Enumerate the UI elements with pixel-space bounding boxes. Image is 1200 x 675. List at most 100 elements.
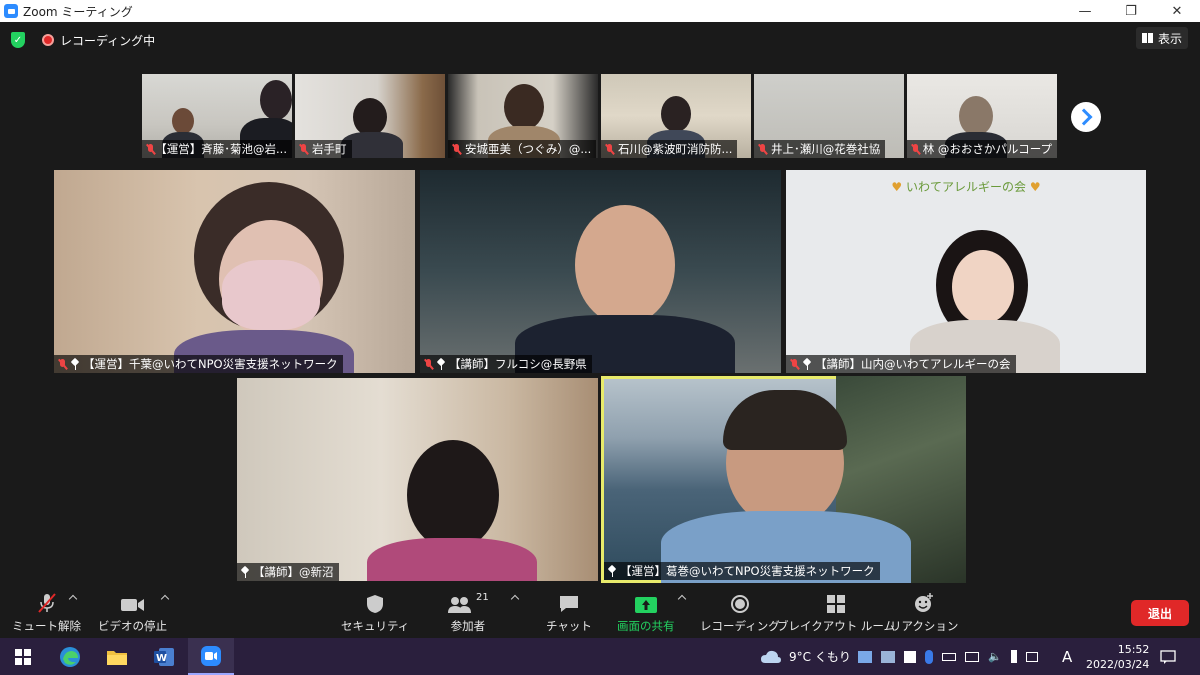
participant-video (353, 98, 387, 136)
onedrive-icon[interactable] (881, 650, 895, 663)
zoom-logo-icon (4, 4, 18, 18)
participant-name: 【講師】@新沼 (253, 565, 334, 579)
participants-options-chevron-icon[interactable] (510, 594, 520, 604)
clock[interactable]: 15:52 2022/03/24 (1086, 638, 1149, 675)
notification-icon (1160, 649, 1176, 664)
share-screen-label: 画面の共有 (617, 619, 675, 633)
recording-status[interactable]: レコーディング中 (60, 32, 155, 49)
weather-text[interactable]: 9°C くもり (789, 648, 851, 665)
volume-icon[interactable]: 🔈 (988, 650, 1002, 663)
participant-video (367, 538, 537, 581)
video-tile[interactable]: 【講師】@新沼 (237, 378, 598, 581)
video-tile[interactable]: 【運営】千葉@いわてNPO災害支援ネットワーク (54, 170, 415, 373)
participant-name: 安城亜美（つぐみ）@... (465, 142, 592, 156)
participant-video (504, 84, 544, 130)
muted-mic-icon (452, 143, 461, 155)
encryption-shield-icon[interactable]: ✓ (11, 32, 25, 48)
muted-mic-icon (424, 358, 433, 370)
bluetooth-icon[interactable] (925, 649, 933, 664)
view-button[interactable]: 表示 (1135, 27, 1188, 49)
display-icon[interactable] (965, 651, 979, 662)
restore-button[interactable]: ❐ (1108, 0, 1154, 22)
video-tile-active-speaker[interactable]: 【運営】葛巻@いわてNPO災害支援ネットワーク (601, 376, 966, 583)
windows-logo-icon (15, 648, 31, 665)
taskbar-edge[interactable] (47, 638, 93, 675)
ime-indicator[interactable]: A (1062, 638, 1072, 675)
participant-name: 井上･瀬川@花巻社協 (771, 142, 881, 156)
word-icon: W (154, 647, 174, 666)
muted-mic-icon (758, 143, 767, 155)
usb-icon[interactable] (1010, 650, 1017, 663)
muted-mic-icon (790, 358, 799, 370)
participant-thumbnail[interactable]: 石川@紫波町消防防... (601, 74, 751, 158)
tile-name-bar: 【講師】山内@いわてアレルギーの会 (786, 355, 1016, 373)
taskbar-zoom[interactable] (188, 638, 234, 675)
close-button[interactable]: ✕ (1154, 0, 1200, 22)
breakout-rooms-label: ブレイクアウト ルーム (777, 619, 896, 633)
smiley-icon (913, 592, 935, 614)
participant-thumbnail[interactable]: 林 @おおさかパルコープ (907, 74, 1057, 158)
notification-button[interactable] (1160, 638, 1176, 675)
video-camera-icon (120, 592, 146, 614)
svg-text:W: W (156, 653, 167, 664)
video-tile[interactable]: 【講師】フルコシ@長野県 (420, 170, 781, 373)
camera-tray-icon[interactable] (1025, 651, 1038, 662)
security-button[interactable]: セキュリティ (341, 592, 409, 634)
taskbar-file-explorer[interactable] (94, 638, 140, 675)
recording-button[interactable]: レコーディング (700, 592, 780, 634)
pin-icon (437, 359, 445, 370)
muted-mic-icon (911, 143, 919, 155)
share-options-chevron-icon[interactable] (677, 594, 687, 604)
stop-video-label: ビデオの停止 (98, 619, 167, 633)
participant-video (222, 260, 320, 330)
next-page-button[interactable] (1071, 102, 1101, 132)
chat-label: チャット (546, 619, 592, 633)
participant-video (959, 96, 993, 136)
participant-video (575, 205, 675, 325)
meeting-toolbar: ミュート解除 ビデオの停止 セキュリティ 21 参加者 チャット 画面の共有 レ… (0, 584, 1200, 638)
stop-video-button[interactable]: ビデオの停止 (98, 592, 167, 634)
reactions-button[interactable]: リアクション (890, 592, 958, 634)
banner-logo-icon: ♥ (1026, 180, 1041, 194)
participants-label: 参加者 (450, 619, 486, 633)
clock-date: 2022/03/24 (1086, 657, 1150, 671)
tile-name-bar: 【運営】千葉@いわてNPO災害支援ネットワーク (54, 355, 343, 373)
participant-thumbnail[interactable]: 【運営】斉藤･菊池@岩... (142, 74, 292, 158)
tray-icons: 🔈 (858, 638, 1038, 675)
reactions-label: リアクション (890, 619, 959, 633)
participants-button[interactable]: 21 参加者 (447, 592, 489, 634)
participant-name: 岩手町 (312, 142, 347, 156)
taskbar-word[interactable]: W (141, 638, 187, 675)
network-icon[interactable] (858, 650, 872, 663)
pin-icon (71, 359, 79, 370)
video-tile[interactable]: ♥ いわてアレルギーの会 ♥ 【講師】山内@いわてアレルギーの会 (786, 170, 1146, 373)
leave-button[interactable]: 退出 (1131, 600, 1189, 626)
participant-thumbnail[interactable]: 井上･瀬川@花巻社協 (754, 74, 904, 158)
window-controls: — ❐ ✕ (1062, 0, 1200, 22)
participant-video (260, 80, 292, 120)
participants-count: 21 (476, 592, 489, 603)
banner-text: いわてアレルギーの会 (905, 180, 1026, 194)
pin-icon (608, 566, 616, 577)
minimize-button[interactable]: — (1062, 0, 1108, 22)
start-button[interactable] (0, 638, 46, 675)
security-label: セキュリティ (341, 619, 410, 633)
system-tray: 9°C くもり (760, 638, 851, 675)
chat-button[interactable]: チャット (546, 592, 592, 634)
muted-microphone-icon (36, 592, 58, 614)
cloud-weather-icon (761, 650, 781, 663)
participant-name: 【運営】千葉@いわてNPO災害支援ネットワーク (83, 357, 338, 371)
breakout-rooms-button[interactable]: ブレイクアウト ルーム (777, 592, 895, 634)
thumbnail-name-bar: 岩手町 (295, 140, 352, 158)
battery-icon[interactable] (942, 652, 956, 661)
breakout-rooms-icon (826, 592, 846, 614)
recording-label: レコーディング (700, 619, 780, 633)
tile-name-bar: 【運営】葛巻@いわてNPO災害支援ネットワーク (604, 562, 880, 580)
participant-thumbnail[interactable]: 岩手町 (295, 74, 445, 158)
participant-thumbnail[interactable]: 安城亜美（つぐみ）@... (448, 74, 598, 158)
defender-icon[interactable] (904, 650, 916, 663)
participant-video (407, 440, 499, 550)
virtual-background-banner: ♥ いわてアレルギーの会 ♥ (786, 178, 1146, 195)
share-screen-button[interactable]: 画面の共有 (617, 592, 675, 634)
folder-icon (107, 650, 127, 665)
